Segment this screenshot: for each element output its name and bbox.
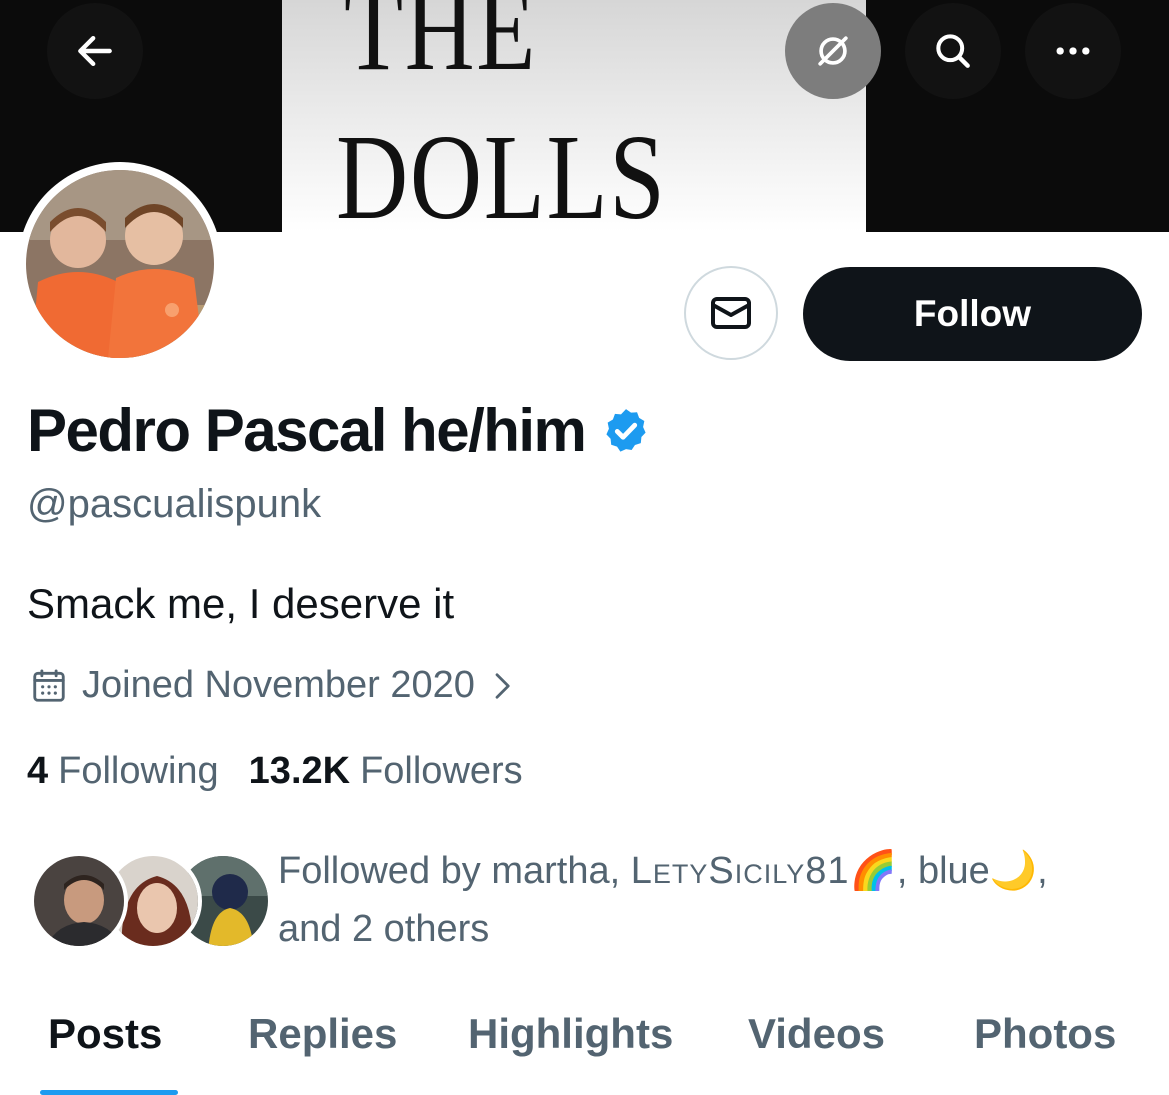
display-name: Pedro Pascal he/him (27, 397, 587, 464)
follower-name: LetySicily81 (630, 850, 850, 892)
avatar[interactable] (18, 162, 222, 366)
following-label: Following (58, 750, 219, 792)
calendar-icon (33, 669, 65, 702)
tab-photos[interactable]: Photos (974, 1010, 1116, 1058)
followers-count: 13.2K (248, 750, 351, 792)
active-tab-indicator (40, 1090, 178, 1095)
profile-tabs: Posts Replies Highlights Videos Photos (0, 1010, 1169, 1095)
banner-text-line2: DOLLS (336, 110, 667, 232)
followed-by-text[interactable]: Followed by martha, LetySicily81🌈, blue🌙… (278, 842, 1138, 958)
moon-emoji: 🌙 (989, 850, 1038, 892)
translate-button[interactable] (785, 3, 881, 99)
message-button[interactable] (684, 266, 778, 360)
avatar-image (26, 170, 214, 358)
followed-by-suffix: , (1037, 850, 1048, 892)
profile-bio: Smack me, I deserve it (27, 580, 455, 627)
banner-image: THE DOLLS (282, 0, 866, 232)
chevron-right-icon (495, 672, 510, 699)
followers-you-know-facepile[interactable] (30, 852, 272, 950)
joined-date-row[interactable]: Joined November 2020 (30, 664, 517, 707)
banner-text-line1: THE (344, 0, 538, 95)
verified-badge-icon[interactable] (601, 406, 651, 456)
followed-by-others: and 2 others (278, 908, 490, 950)
rainbow-emoji: 🌈 (849, 850, 897, 892)
arrow-left-icon (78, 35, 112, 67)
profile-name-row: Pedro Pascal he/him (27, 396, 651, 465)
tab-replies[interactable]: Replies (248, 1010, 397, 1058)
joined-date: Joined November 2020 (82, 664, 475, 706)
tab-posts[interactable]: Posts (48, 1010, 162, 1058)
following-link[interactable]: 4 Following (27, 750, 219, 793)
search-icon (936, 34, 970, 68)
followed-by-prefix: Followed by martha, (278, 850, 631, 892)
more-button[interactable] (1025, 3, 1121, 99)
followed-by-separator: , blue (896, 850, 990, 892)
back-button[interactable] (47, 3, 143, 99)
slashed-circle-icon (818, 36, 848, 66)
avatar (30, 852, 128, 950)
followers-link[interactable]: 13.2K Followers (249, 750, 523, 793)
profile-handle: @pascualispunk (27, 482, 322, 526)
followers-label: Followers (360, 750, 523, 792)
follow-stats: 4 Following 13.2K Followers (27, 750, 523, 793)
search-button[interactable] (905, 3, 1001, 99)
more-horizontal-icon (1056, 47, 1090, 55)
tab-highlights[interactable]: Highlights (468, 1010, 673, 1058)
following-count: 4 (27, 750, 49, 792)
envelope-icon (711, 297, 751, 329)
follow-button[interactable]: Follow (803, 267, 1142, 361)
tab-videos[interactable]: Videos (748, 1010, 885, 1058)
